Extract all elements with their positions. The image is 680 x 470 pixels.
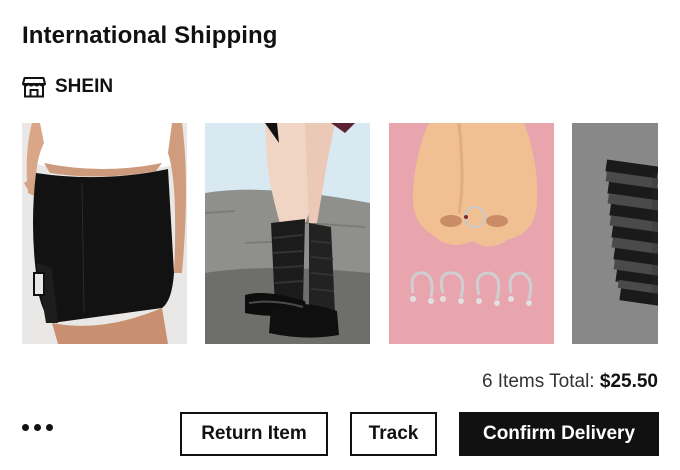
more-dots-icon[interactable] — [22, 424, 53, 431]
track-button[interactable]: Track — [350, 412, 437, 456]
storefront-icon — [22, 77, 46, 98]
product-image-nose-rings[interactable] — [389, 123, 554, 344]
total-amount: $25.50 — [599, 371, 658, 392]
page-title: International Shipping — [22, 22, 278, 49]
confirm-delivery-button[interactable]: Confirm Delivery — [459, 412, 659, 456]
store-name: SHEIN — [55, 76, 114, 97]
product-thumbnail-strip[interactable] — [22, 123, 658, 344]
product-image-leg-warmers[interactable] — [205, 123, 370, 344]
order-total: 6 Items Total: $25.50 — [482, 371, 658, 393]
store-link[interactable]: SHEIN — [22, 76, 113, 98]
return-item-button[interactable]: Return Item — [180, 412, 328, 456]
product-image-black-skirt[interactable] — [22, 123, 187, 344]
items-total-label: 6 Items Total: — [481, 371, 595, 392]
product-image-striped-arm-warmers[interactable] — [572, 123, 658, 344]
